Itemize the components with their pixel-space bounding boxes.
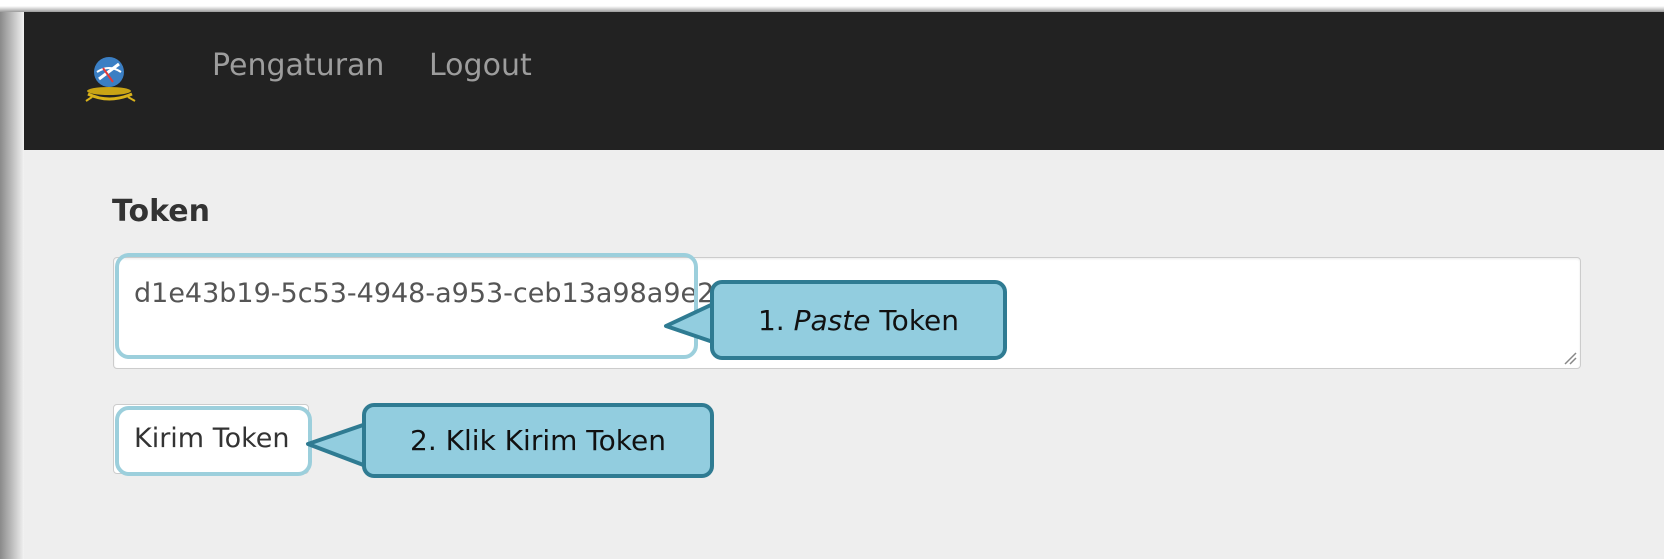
- globe-emblem-icon[interactable]: [78, 48, 144, 114]
- browser-window: Pengaturan Logout Token d1e43b19-5c53-49…: [24, 12, 1664, 559]
- callout-paste-token: 1. Paste Token: [710, 280, 1007, 360]
- callout-1-emph: Paste: [793, 303, 871, 337]
- callout-1-prefix: 1.: [757, 303, 794, 337]
- token-label: Token: [112, 194, 210, 229]
- button-highlight: [115, 406, 312, 476]
- token-highlight: [115, 253, 698, 359]
- nav-link-logout[interactable]: Logout: [429, 48, 532, 83]
- callout-klik-kirim-token: 2. Klik Kirim Token: [362, 403, 714, 478]
- callout-1-suffix: Token: [870, 303, 960, 337]
- nav-link-pengaturan[interactable]: Pengaturan: [212, 48, 384, 83]
- navbar: Pengaturan Logout: [24, 12, 1664, 150]
- resize-handle-icon[interactable]: [1563, 351, 1577, 365]
- top-shadow: [0, 0, 1664, 12]
